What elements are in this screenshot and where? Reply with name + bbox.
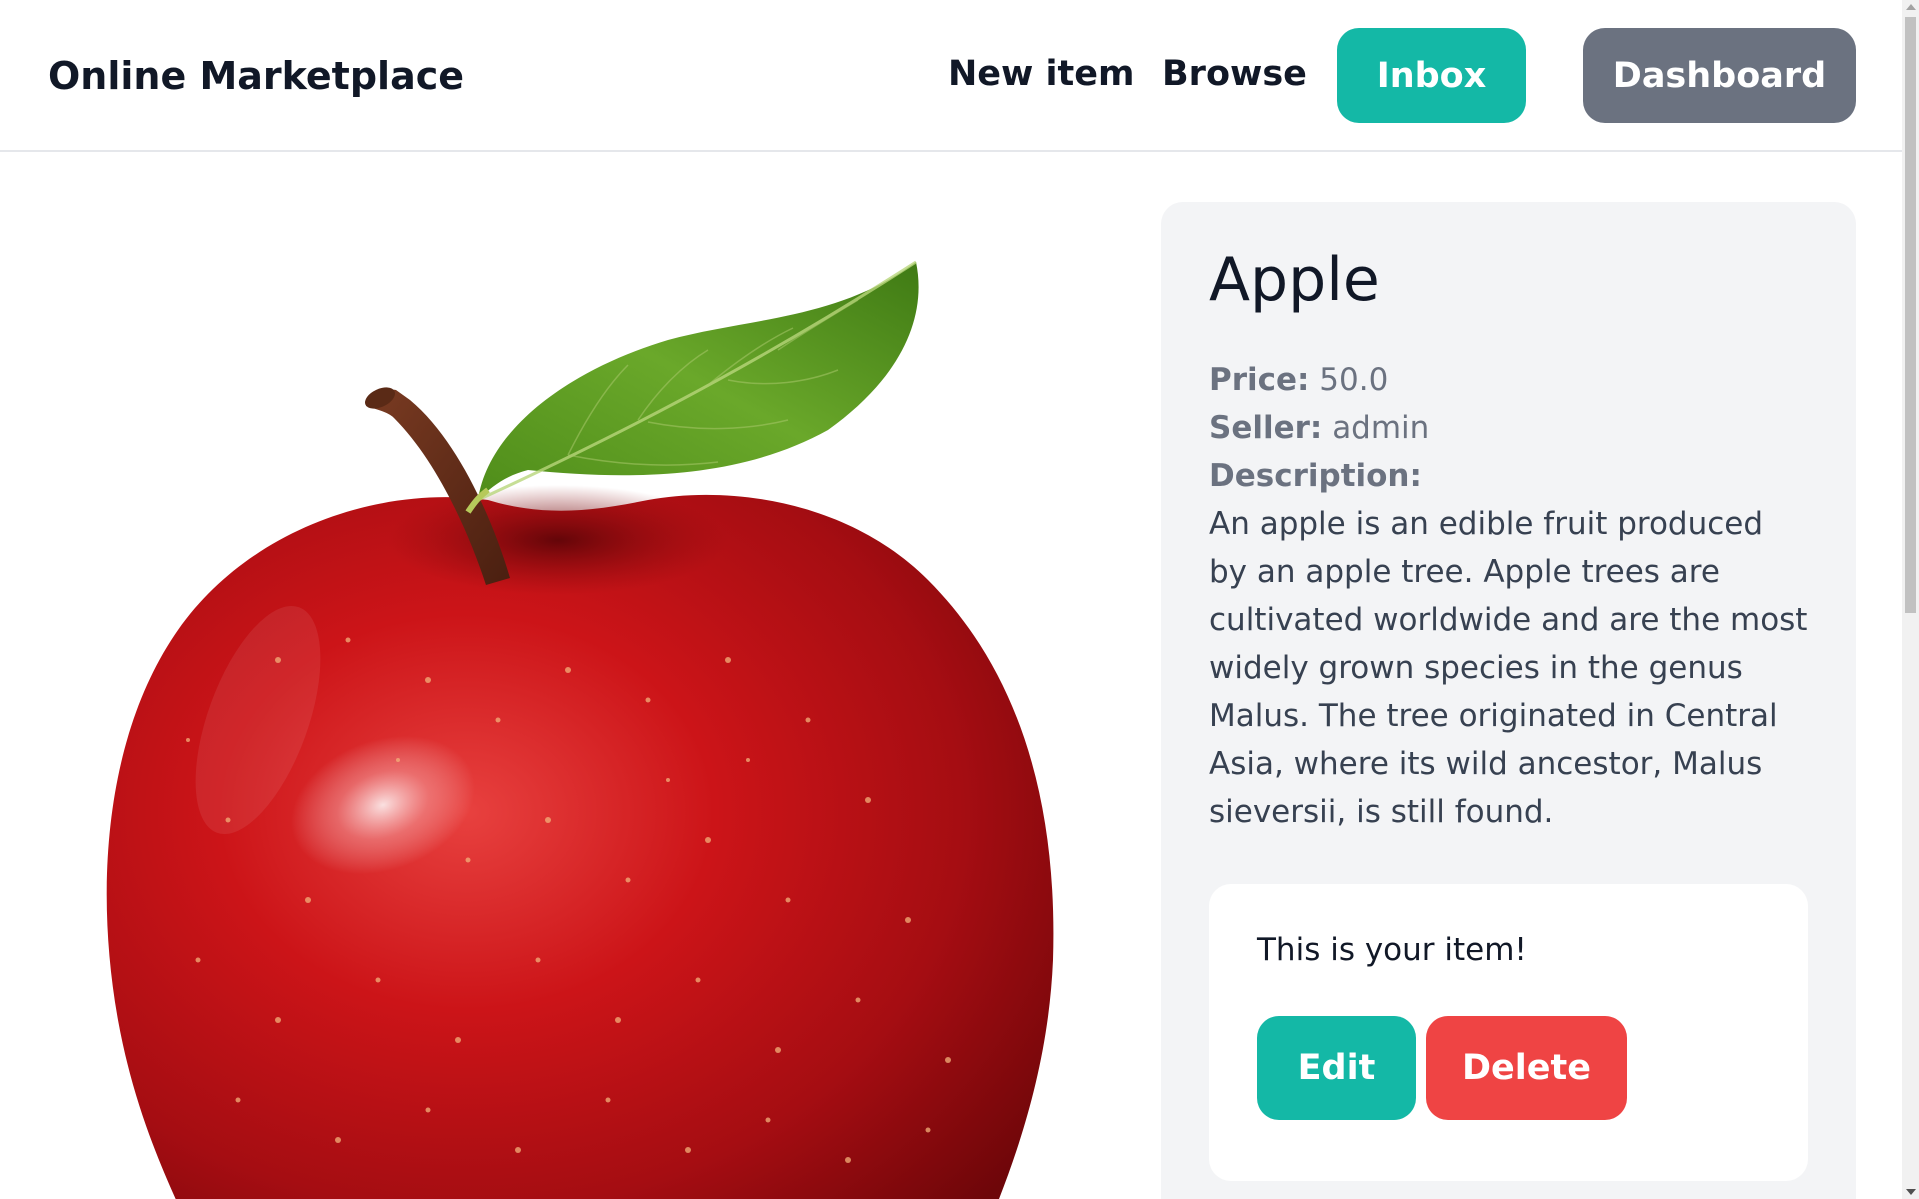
price-value: 50.0 — [1319, 362, 1389, 398]
item-meta: Price: 50.0 Seller: admin Description: A… — [1209, 356, 1808, 836]
apple-image — [106, 260, 1054, 1199]
seller-row: Seller: admin — [1209, 404, 1808, 452]
nav-browse-link[interactable]: Browse — [1162, 54, 1307, 94]
price-label: Price: — [1209, 362, 1310, 398]
scroll-down-arrow-icon[interactable] — [1906, 1189, 1916, 1195]
seller-label: Seller: — [1209, 410, 1323, 446]
owner-message: This is your item! — [1257, 932, 1527, 968]
item-title: Apple — [1209, 245, 1380, 315]
vertical-scrollbar[interactable] — [1902, 0, 1919, 1199]
dashboard-button[interactable]: Dashboard — [1583, 28, 1856, 123]
nav-new-item-link[interactable]: New item — [948, 54, 1134, 94]
item-image — [48, 200, 1098, 1199]
navbar: Online Marketplace New item Browse Inbox… — [0, 0, 1902, 152]
description-text: An apple is an edible fruit produced by … — [1209, 506, 1808, 830]
scroll-up-arrow-icon[interactable] — [1906, 4, 1916, 10]
description-label: Description: — [1209, 458, 1422, 494]
edit-button[interactable]: Edit — [1257, 1016, 1416, 1120]
owner-actions: Edit Delete — [1257, 1016, 1760, 1120]
brand-link[interactable]: Online Marketplace — [48, 54, 464, 98]
scroll-thumb[interactable] — [1905, 17, 1916, 613]
seller-value: admin — [1332, 410, 1430, 446]
owner-box: This is your item! Edit Delete — [1209, 884, 1808, 1181]
price-row: Price: 50.0 — [1209, 356, 1808, 404]
delete-button[interactable]: Delete — [1426, 1016, 1627, 1120]
page: Online Marketplace New item Browse Inbox… — [0, 0, 1919, 1199]
inbox-button[interactable]: Inbox — [1337, 28, 1526, 123]
item-detail-panel: Apple Price: 50.0 Seller: admin Descript… — [1161, 202, 1856, 1199]
description-row: Description: — [1209, 452, 1808, 500]
